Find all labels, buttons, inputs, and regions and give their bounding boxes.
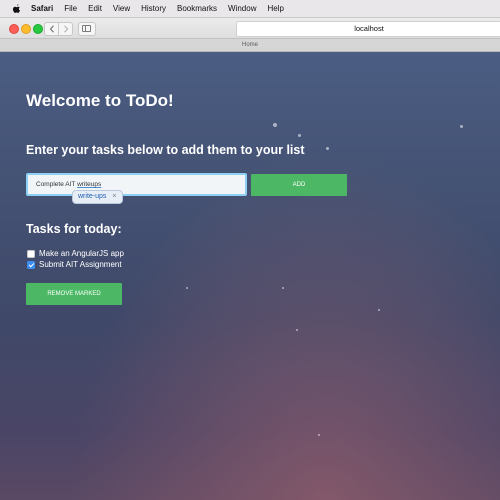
back-button[interactable] bbox=[44, 22, 59, 36]
menu-help[interactable]: Help bbox=[267, 4, 283, 13]
autocorrect-suggestion[interactable]: write-ups bbox=[78, 191, 106, 203]
background-sparkle bbox=[460, 125, 463, 128]
menu-app-safari[interactable]: Safari bbox=[31, 4, 53, 13]
misspelled-word[interactable]: writeups bbox=[77, 181, 101, 188]
background-sparkle bbox=[282, 287, 284, 289]
tab-home[interactable]: Home bbox=[0, 39, 500, 52]
close-icon[interactable]: × bbox=[112, 191, 116, 203]
background-sparkle bbox=[378, 309, 380, 311]
new-task-input[interactable]: Complete AIT writeups bbox=[26, 173, 247, 196]
task-item: Submit AIT Assignment bbox=[27, 260, 122, 269]
chevron-right-icon bbox=[63, 25, 68, 33]
autocorrect-popup[interactable]: write-ups × bbox=[72, 190, 123, 204]
tasks-heading: Tasks for today: bbox=[26, 222, 122, 236]
background-sparkle bbox=[186, 287, 188, 289]
menu-bookmarks[interactable]: Bookmarks bbox=[177, 4, 217, 13]
zoom-window-button[interactable] bbox=[33, 24, 43, 34]
sidebar-icon bbox=[82, 25, 91, 32]
background-sparkle bbox=[296, 329, 298, 331]
address-bar[interactable]: localhost bbox=[236, 21, 500, 37]
page-title: Welcome to ToDo! bbox=[26, 91, 174, 110]
menu-bar: Safari File Edit View History Bookmarks … bbox=[0, 0, 500, 18]
input-text: Complete AIT bbox=[36, 181, 78, 188]
page-subtitle: Enter your tasks below to add them to yo… bbox=[26, 143, 305, 157]
menu-window[interactable]: Window bbox=[228, 4, 256, 13]
close-window-button[interactable] bbox=[9, 24, 19, 34]
background-sparkle bbox=[318, 434, 320, 436]
menu-history[interactable]: History bbox=[141, 4, 166, 13]
browser-toolbar: localhost bbox=[0, 18, 500, 39]
forward-button[interactable] bbox=[58, 22, 73, 36]
task-checkbox[interactable] bbox=[27, 249, 35, 258]
task-label: Make an AngularJS app bbox=[39, 249, 124, 258]
sidebar-toggle-button[interactable] bbox=[78, 22, 96, 36]
chevron-left-icon bbox=[49, 25, 54, 33]
background-sparkle bbox=[326, 147, 329, 150]
background-sparkle bbox=[298, 134, 301, 137]
apple-icon[interactable] bbox=[11, 3, 21, 14]
background-sparkle bbox=[273, 123, 277, 127]
remove-marked-button[interactable]: REMOVE MARKED bbox=[26, 283, 122, 305]
add-button[interactable]: ADD bbox=[251, 174, 347, 196]
page-content: Welcome to ToDo! Enter your tasks below … bbox=[0, 52, 500, 500]
task-item: Make an AngularJS app bbox=[27, 249, 124, 258]
task-label: Submit AIT Assignment bbox=[39, 260, 122, 269]
menu-file[interactable]: File bbox=[64, 4, 77, 13]
minimize-window-button[interactable] bbox=[21, 24, 31, 34]
task-checkbox[interactable] bbox=[27, 260, 35, 269]
menu-edit[interactable]: Edit bbox=[88, 4, 102, 13]
menu-view[interactable]: View bbox=[113, 4, 130, 13]
